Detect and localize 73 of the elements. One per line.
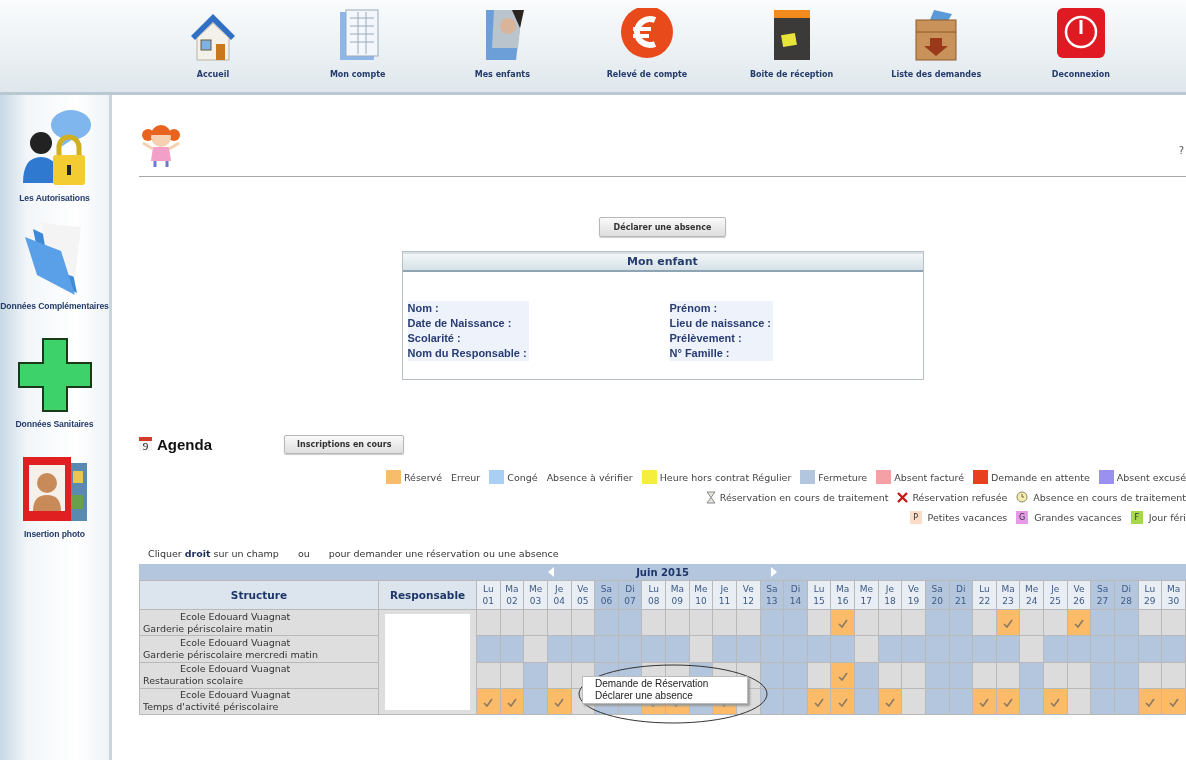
service-name: Garderie périscolaire matin xyxy=(142,622,274,635)
day-header: Lu 08 xyxy=(641,580,666,610)
agenda-title: Agenda xyxy=(157,435,212,453)
day-header: Ma 30 xyxy=(1161,580,1186,610)
legend-label: Réservation refusée xyxy=(912,491,1008,503)
day-header: Di 28 xyxy=(1114,580,1138,610)
legend-badge: F xyxy=(1130,510,1143,524)
day-header: Lu 01 xyxy=(476,580,501,610)
day-header: Ma 09 xyxy=(665,580,690,610)
day-header: Lu 29 xyxy=(1138,580,1162,610)
day-header: Ma 23 xyxy=(996,580,1020,610)
calendar-icon: 9 xyxy=(139,437,152,451)
legend-label: Absent facturé xyxy=(894,471,964,483)
field-label: Prélèvement : xyxy=(669,331,742,346)
legend-label: Heure hors contrat Régulier xyxy=(659,471,792,483)
legend-label: Absence à vérifier xyxy=(546,471,633,483)
service-name: Temps d'activité périscolaire xyxy=(142,701,280,714)
day-header: Ve 12 xyxy=(736,580,760,610)
day-header: Di 07 xyxy=(618,580,642,610)
day-header: Ve 19 xyxy=(901,580,926,610)
legend-badge: G xyxy=(1016,510,1029,524)
school-name: Ecole Edouard Vuagnat xyxy=(179,663,292,676)
legend-label: Réservation en cours de traitement xyxy=(719,491,889,503)
field-label: Lieu de naissance : xyxy=(669,316,771,331)
day-header: Ve 05 xyxy=(571,580,595,610)
field-label: Nom : xyxy=(407,301,439,316)
legend-label: Congé xyxy=(507,471,538,483)
day-header: Sa 20 xyxy=(925,580,949,610)
field-label: Prénom : xyxy=(669,301,718,316)
school-name: Ecole Edouard Vuagnat xyxy=(179,689,292,702)
legend-label: Demande en attente xyxy=(991,471,1090,483)
field-label: Scolarité : xyxy=(407,331,461,346)
day-header: Je 18 xyxy=(878,580,902,610)
day-header: Lu 22 xyxy=(972,580,997,610)
service-name: Restauration scolaire xyxy=(142,675,245,688)
day-header: Ma 16 xyxy=(830,580,855,610)
legend-label: Réservé xyxy=(403,471,443,483)
legend-label: Grandes vacances xyxy=(1034,511,1122,523)
school-name: Ecole Edouard Vuagnat xyxy=(179,610,292,623)
day-header: Sa 27 xyxy=(1090,580,1115,610)
day-header: Me 03 xyxy=(523,580,548,610)
column-header: Structure xyxy=(139,580,379,610)
panel-title: Mon enfant xyxy=(402,252,923,272)
field-label: Date de Naissance : xyxy=(407,316,512,331)
instruction-text: pour demander une réservation ou une absence xyxy=(328,547,559,559)
legend-label: Erreur xyxy=(451,471,481,483)
day-header: Me 17 xyxy=(854,580,879,610)
legend-badge: P xyxy=(909,510,922,524)
month-label: Juin 2015 xyxy=(636,566,689,578)
legend-label: Jour féri xyxy=(1148,511,1186,523)
legend-label: Petites vacances xyxy=(927,511,1008,523)
legend-label: Fermeture xyxy=(818,471,868,483)
day-header: Je 04 xyxy=(547,580,571,610)
day-header: Ve 26 xyxy=(1067,580,1091,610)
instruction-text: Cliquer droit sur un champ xyxy=(148,547,279,559)
day-header: Di 21 xyxy=(949,580,973,610)
day-header: Je 11 xyxy=(712,580,737,610)
day-header: Lu 15 xyxy=(807,580,831,610)
day-header: Sa 13 xyxy=(760,580,784,610)
school-name: Ecole Edouard Vuagnat xyxy=(179,636,292,649)
day-header: Di 14 xyxy=(783,580,808,610)
legend-label: Absent excusé xyxy=(1116,471,1186,483)
day-header: Ma 02 xyxy=(500,580,524,610)
day-header: Me 24 xyxy=(1019,580,1044,610)
legend-label: Absence en cours de traitement xyxy=(1033,491,1186,503)
day-header: Me 10 xyxy=(689,580,713,610)
day-header: Je 25 xyxy=(1043,580,1068,610)
column-header: Responsable xyxy=(378,580,477,610)
instruction-text: ou xyxy=(297,547,310,559)
field-label: Nom du Responsable : xyxy=(407,346,527,361)
service-name: Garderie périscolaire mercredi matin xyxy=(142,648,319,661)
day-header: Sa 06 xyxy=(594,580,619,610)
field-label: N° Famille : xyxy=(669,346,730,361)
